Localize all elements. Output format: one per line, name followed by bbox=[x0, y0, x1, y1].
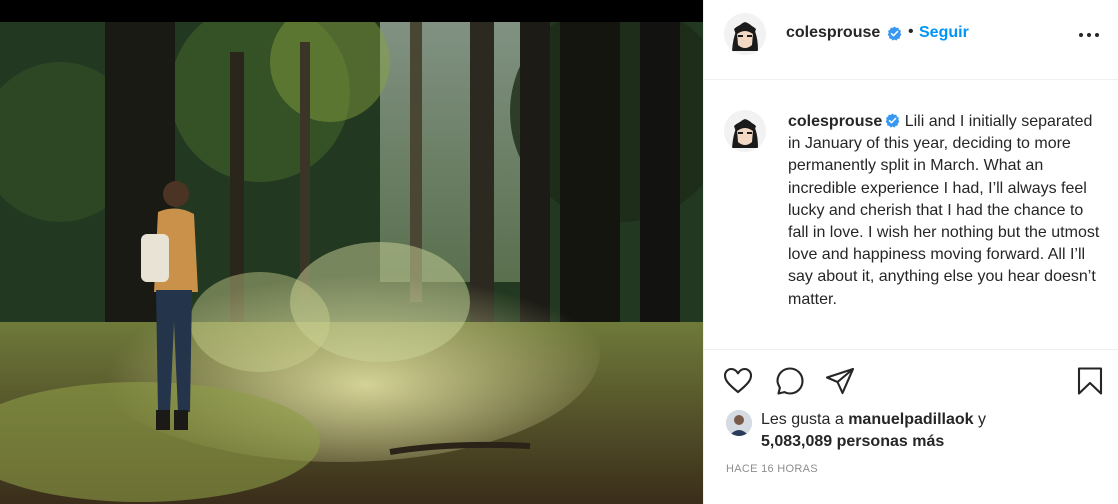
heart-icon[interactable] bbox=[722, 365, 754, 397]
liker-username[interactable]: manuelpadillaok bbox=[848, 411, 973, 428]
verified-badge-icon bbox=[887, 26, 902, 41]
post-caption: colesprouse Lili and I initially separat… bbox=[704, 80, 1118, 350]
comment-icon[interactable] bbox=[774, 365, 806, 397]
likes-prefix: Les gusta a bbox=[761, 411, 844, 428]
caption-username[interactable]: colesprouse bbox=[788, 113, 882, 130]
more-options-icon[interactable] bbox=[1079, 24, 1103, 44]
header-username[interactable]: colesprouse bbox=[786, 24, 880, 42]
post-header: colesprouse • Seguir bbox=[704, 0, 1118, 80]
avatar-image bbox=[724, 13, 766, 55]
caption-body: Lili and I initially separated in Januar… bbox=[788, 113, 1100, 308]
avatar-image bbox=[724, 110, 766, 152]
profile-avatar[interactable] bbox=[724, 13, 766, 55]
caption-avatar[interactable] bbox=[724, 110, 766, 152]
forest-photo-image bbox=[0, 22, 703, 504]
likes-count[interactable]: 5,083,089 personas más bbox=[761, 433, 944, 451]
follow-button[interactable]: Seguir bbox=[919, 24, 969, 42]
verified-badge-icon bbox=[885, 113, 900, 128]
header-separator: • bbox=[908, 23, 914, 40]
liker-avatar[interactable] bbox=[726, 410, 752, 436]
avatar-image bbox=[726, 410, 752, 436]
photo-top-bar bbox=[0, 0, 703, 22]
share-icon[interactable] bbox=[824, 365, 856, 397]
bookmark-icon[interactable] bbox=[1074, 365, 1106, 397]
post-side-panel: colesprouse • Seguir colesprouse Lili an… bbox=[703, 0, 1118, 504]
post-timestamp[interactable]: HACE 16 HORAS bbox=[726, 463, 818, 475]
post-photo[interactable] bbox=[0, 22, 703, 504]
caption-text-block: colesprouse Lili and I initially separat… bbox=[788, 111, 1100, 311]
likes-conjunction: y bbox=[978, 411, 987, 428]
likes-line: Les gusta a manuelpadillaok y bbox=[761, 411, 986, 429]
action-bar bbox=[704, 360, 1118, 404]
